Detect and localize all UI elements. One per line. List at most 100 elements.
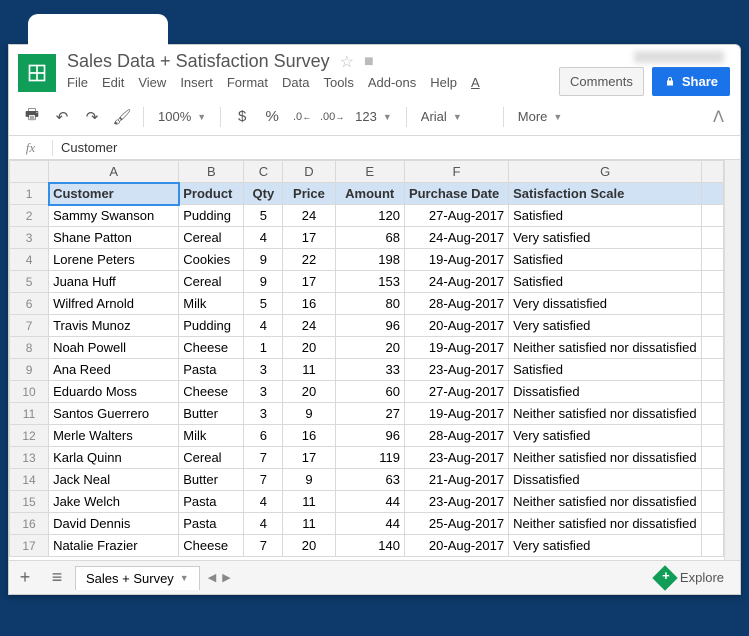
cell[interactable]: 9 [283, 469, 335, 491]
cell[interactable]: 4 [244, 227, 283, 249]
sheets-app-icon[interactable] [15, 51, 59, 95]
cell[interactable] [702, 315, 724, 337]
cell[interactable]: 4 [244, 315, 283, 337]
cell[interactable]: 7 [244, 535, 283, 557]
cell[interactable]: 24 [283, 205, 335, 227]
cell[interactable] [702, 447, 724, 469]
cell[interactable]: Shane Patton [49, 227, 179, 249]
cell[interactable]: 119 [335, 447, 404, 469]
cell[interactable]: Pudding [179, 205, 244, 227]
cell[interactable]: Cereal [179, 271, 244, 293]
cell[interactable] [702, 249, 724, 271]
document-title[interactable]: Sales Data + Satisfaction Survey [67, 51, 330, 72]
cell[interactable]: 63 [335, 469, 404, 491]
cell[interactable]: Butter [179, 469, 244, 491]
cell[interactable]: 19-Aug-2017 [404, 337, 508, 359]
cell[interactable]: 28-Aug-2017 [404, 293, 508, 315]
menu-insert[interactable]: Insert [180, 75, 213, 90]
cell[interactable]: Pasta [179, 491, 244, 513]
cell[interactable]: Very satisfied [509, 315, 702, 337]
cell[interactable]: 19-Aug-2017 [404, 249, 508, 271]
row-header[interactable]: 10 [10, 381, 49, 403]
cell[interactable]: 28-Aug-2017 [404, 425, 508, 447]
cell[interactable]: 16 [283, 293, 335, 315]
cell[interactable] [702, 337, 724, 359]
cell[interactable]: Travis Munoz [49, 315, 179, 337]
redo-icon[interactable]: ↷ [79, 104, 105, 130]
cell[interactable]: Jake Welch [49, 491, 179, 513]
cell[interactable]: 5 [244, 293, 283, 315]
cell[interactable]: Neither satisfied nor dissatisfied [509, 513, 702, 535]
cell[interactable]: Milk [179, 293, 244, 315]
zoom-select[interactable]: 100%▼ [152, 104, 212, 130]
cell[interactable]: 140 [335, 535, 404, 557]
cell[interactable]: 24-Aug-2017 [404, 227, 508, 249]
row-header[interactable]: 14 [10, 469, 49, 491]
menu-format[interactable]: Format [227, 75, 268, 90]
cell[interactable] [702, 491, 724, 513]
column-header-C[interactable]: C [244, 161, 283, 183]
cell[interactable]: Lorene Peters [49, 249, 179, 271]
cell[interactable]: 21-Aug-2017 [404, 469, 508, 491]
cell[interactable]: 17 [283, 447, 335, 469]
header-cell-b[interactable]: Product [179, 183, 244, 205]
cell-blank[interactable] [702, 183, 724, 205]
cell[interactable]: 25-Aug-2017 [404, 513, 508, 535]
row-header[interactable]: 12 [10, 425, 49, 447]
cell[interactable] [702, 227, 724, 249]
cell[interactable]: 60 [335, 381, 404, 403]
cell[interactable]: Ana Reed [49, 359, 179, 381]
browser-tab[interactable] [28, 14, 168, 50]
cell[interactable] [702, 271, 724, 293]
cell[interactable]: Very satisfied [509, 535, 702, 557]
decrease-decimal[interactable]: .0← [289, 104, 315, 130]
cell[interactable]: Very dissatisfied [509, 293, 702, 315]
cell[interactable]: 11 [283, 491, 335, 513]
cell[interactable]: 6 [244, 425, 283, 447]
cell[interactable]: 80 [335, 293, 404, 315]
row-header[interactable]: 4 [10, 249, 49, 271]
star-icon[interactable]: ☆ [340, 52, 354, 72]
all-sheets-button[interactable]: ≡ [41, 567, 73, 588]
cell[interactable]: 3 [244, 403, 283, 425]
number-format-select[interactable]: 123▼ [349, 104, 398, 130]
folder-icon[interactable]: ■ [364, 53, 374, 71]
cell[interactable]: Dissatisfied [509, 469, 702, 491]
cell[interactable]: Pudding [179, 315, 244, 337]
print-icon[interactable]: 🖶 [19, 104, 45, 130]
cell[interactable]: 23-Aug-2017 [404, 447, 508, 469]
cell[interactable]: 1 [244, 337, 283, 359]
increase-decimal[interactable]: .00→ [319, 104, 345, 130]
cell[interactable]: 33 [335, 359, 404, 381]
cell[interactable]: 120 [335, 205, 404, 227]
cell[interactable]: Neither satisfied nor dissatisfied [509, 491, 702, 513]
cell[interactable]: Very satisfied [509, 425, 702, 447]
cell[interactable] [702, 381, 724, 403]
cell[interactable]: Cookies [179, 249, 244, 271]
row-header[interactable]: 13 [10, 447, 49, 469]
cell[interactable]: 27-Aug-2017 [404, 205, 508, 227]
cell[interactable]: 20 [335, 337, 404, 359]
header-cell-a[interactable]: Customer [49, 183, 179, 205]
add-sheet-button[interactable]: + [9, 567, 41, 588]
menu-view[interactable]: View [138, 75, 166, 90]
menu-help[interactable]: Help [430, 75, 457, 90]
row-header[interactable]: 1 [10, 183, 49, 205]
cell[interactable]: 24 [283, 315, 335, 337]
row-header[interactable]: 16 [10, 513, 49, 535]
cell[interactable]: 3 [244, 381, 283, 403]
header-cell-e[interactable]: Amount [335, 183, 404, 205]
header-cell-f[interactable]: Purchase Date [404, 183, 508, 205]
cell[interactable]: Noah Powell [49, 337, 179, 359]
row-header[interactable]: 6 [10, 293, 49, 315]
row-header[interactable]: 17 [10, 535, 49, 557]
cell[interactable] [702, 535, 724, 557]
cell[interactable]: 9 [244, 271, 283, 293]
row-header[interactable]: 5 [10, 271, 49, 293]
cell[interactable]: 96 [335, 315, 404, 337]
paint-format-icon[interactable]: 🖌 [109, 104, 135, 130]
cell[interactable]: Milk [179, 425, 244, 447]
cell[interactable]: 20 [283, 381, 335, 403]
cell[interactable]: 20-Aug-2017 [404, 535, 508, 557]
formula-input[interactable] [53, 140, 740, 155]
